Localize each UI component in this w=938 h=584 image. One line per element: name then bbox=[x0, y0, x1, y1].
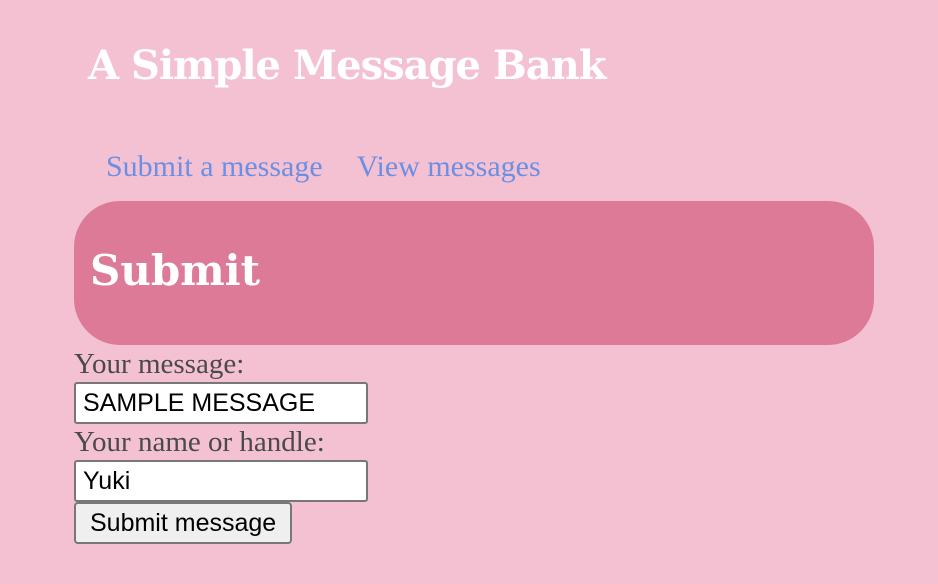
name-label: Your name or handle: bbox=[74, 426, 325, 458]
nav-link-view-messages[interactable]: View messages bbox=[357, 148, 541, 186]
main-nav: Submit a message View messages bbox=[106, 148, 541, 186]
nav-link-submit-message[interactable]: Submit a message bbox=[106, 148, 323, 186]
message-label: Your message: bbox=[74, 348, 245, 380]
section-title: Submit bbox=[90, 246, 261, 295]
message-input[interactable] bbox=[74, 382, 368, 424]
message-form: Your message: Your name or handle: Submi… bbox=[74, 346, 494, 544]
name-input[interactable] bbox=[74, 460, 368, 502]
submit-message-button[interactable]: Submit message bbox=[74, 502, 293, 544]
site-title: A Simple Message Bank bbox=[88, 42, 606, 89]
section-banner: Submit bbox=[74, 201, 874, 345]
